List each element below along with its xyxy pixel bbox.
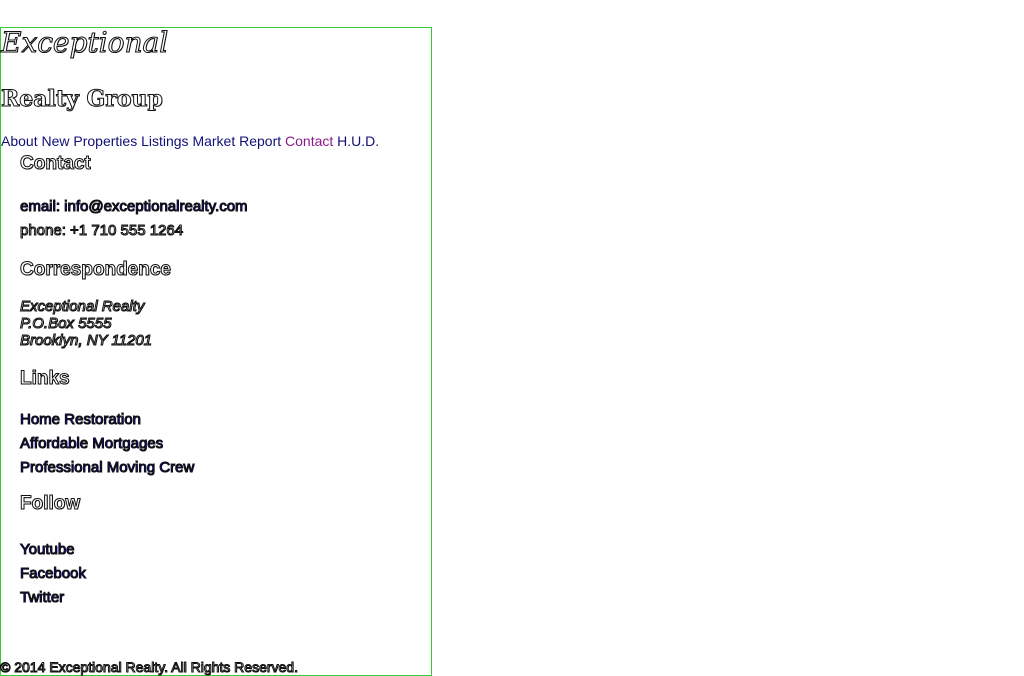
- follow-list: Youtube Facebook Twitter: [19, 538, 87, 610]
- links-list: Home Restoration Affordable Mortgages Pr…: [19, 408, 194, 480]
- main-nav: About New Properties Listings Market Rep…: [1, 133, 379, 149]
- email-line[interactable]: email: info@exceptionalrealty.com: [20, 198, 249, 216]
- correspondence-title: Correspondence: [20, 259, 172, 281]
- nav-contact[interactable]: Contact: [285, 133, 333, 149]
- link-affordable-mortgages[interactable]: Affordable Mortgages: [19, 435, 163, 453]
- brand-name-script: Exceptional: [0, 26, 169, 59]
- address-line-1: Exceptional Realty: [19, 298, 145, 316]
- link-home-restoration[interactable]: Home Restoration: [20, 411, 142, 429]
- nav-listings[interactable]: Listings: [141, 133, 188, 149]
- address-line-2: P.O.Box 5555: [19, 315, 112, 333]
- email-link[interactable]: email: info@exceptionalrealty.com: [20, 198, 249, 216]
- nav-market-report[interactable]: Market Report: [192, 133, 281, 149]
- nav-about[interactable]: About: [1, 133, 38, 149]
- phone-line: phone: +1 710 555 1264: [19, 222, 184, 240]
- social-facebook[interactable]: Facebook: [20, 565, 87, 583]
- nav-hud[interactable]: H.U.D.: [337, 133, 379, 149]
- link-professional-moving-crew[interactable]: Professional Moving Crew: [19, 459, 194, 477]
- contact-title: Contact: [20, 153, 92, 175]
- nav-new-properties[interactable]: New Properties: [41, 133, 137, 149]
- mailing-address: Exceptional Realty P.O.Box 5555 Brooklyn…: [19, 298, 153, 350]
- brand-name-group: Realty Group: [1, 86, 164, 113]
- page-frame: Exceptional Realty Group About New Prope…: [0, 27, 432, 676]
- address-line-3: Brooklyn, NY 11201: [19, 332, 153, 350]
- follow-title: Follow: [19, 493, 81, 515]
- copyright: © 2014 Exceptional Realty. All Rights Re…: [0, 659, 299, 676]
- social-youtube[interactable]: Youtube: [20, 541, 76, 559]
- links-title: Links: [20, 368, 71, 390]
- social-twitter[interactable]: Twitter: [19, 589, 64, 607]
